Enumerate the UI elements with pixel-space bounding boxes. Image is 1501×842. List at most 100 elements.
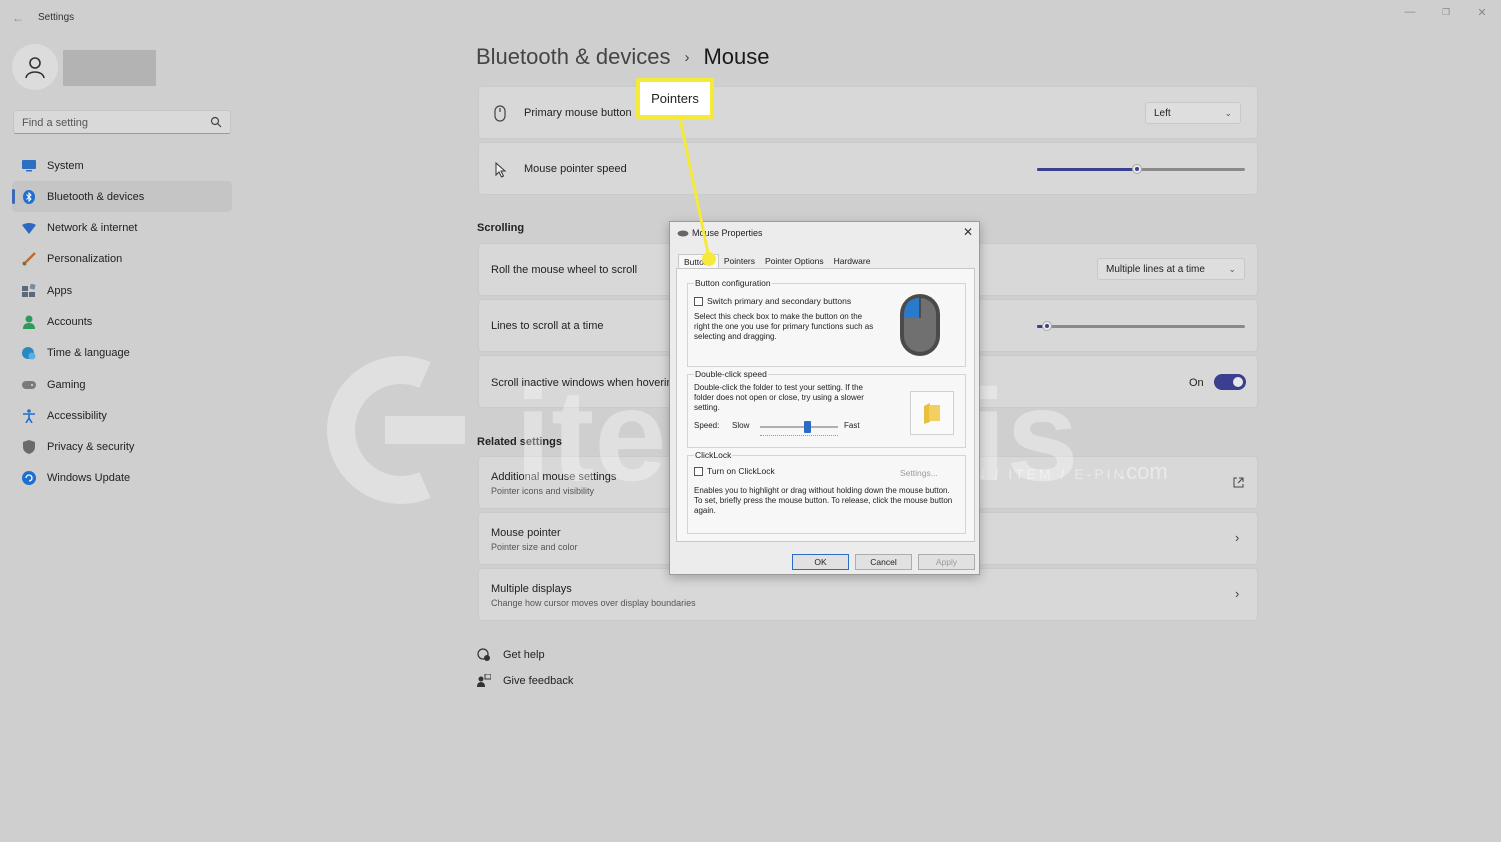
related-title: Additional mouse settings [491,471,617,483]
folder-icon [924,403,940,424]
sidebar-item-time-language[interactable]: Time & language [12,338,232,369]
sidebar-item-windows-update[interactable]: Windows Update [12,463,232,494]
checkbox-label: Switch primary and secondary buttons [707,296,852,306]
chevron-down-icon: ⌄ [1228,264,1236,274]
sidebar-item-accounts[interactable]: Accounts [12,306,232,337]
search-icon[interactable] [210,116,222,128]
slider-thumb[interactable] [1042,321,1052,331]
profile-name-redacted [63,50,156,86]
clicklock-desc: Enables you to highlight or drag without… [694,486,953,515]
checkbox-label: Turn on ClickLock [707,466,775,476]
callout-label: Pointers [640,82,710,115]
button-config-group: Button configuration Switch primary and … [687,278,966,367]
sidebar-item-privacy[interactable]: Privacy & security [12,432,232,463]
dropdown-value: Multiple lines at a time [1106,264,1205,275]
sidebar-item-gaming[interactable]: Gaming [12,369,232,400]
clicklock-checkbox[interactable]: Turn on ClickLock [694,466,775,476]
help-chat-icon [477,648,490,661]
breadcrumb-parent[interactable]: Bluetooth & devices [476,44,670,70]
setting-label: Roll the mouse wheel to scroll [491,264,638,276]
callout-box: Pointers [636,78,714,119]
button-config-desc: Select this check box to make the button… [694,312,874,341]
roll-wheel-dropdown[interactable]: Multiple lines at a time ⌄ [1097,258,1245,280]
checkbox[interactable] [694,296,703,306]
related-title: Multiple displays [491,583,572,595]
brush-icon [22,252,36,266]
gamepad-icon [22,378,36,392]
back-arrow-icon[interactable]: ← [12,11,24,25]
sidebar-item-apps[interactable]: Apps [12,275,232,306]
group-title: Button configuration [694,278,772,288]
lines-scroll-slider[interactable] [1037,321,1245,331]
setting-label: Primary mouse button [524,107,632,119]
apply-button[interactable]: Apply [918,554,975,570]
search-box[interactable] [13,110,231,134]
related-title: Mouse pointer [491,527,561,539]
sidebar-item-system[interactable]: System [12,150,232,181]
sidebar-item-label: Time & language [47,347,130,360]
get-help-link[interactable]: Get help [477,648,545,662]
double-click-speed-slider[interactable] [760,421,838,433]
test-folder[interactable] [910,391,954,435]
primary-button-dropdown[interactable]: Left ⌄ [1145,102,1241,124]
chevron-right-icon: › [1235,530,1240,545]
sidebar-item-label: System [47,159,84,172]
minimize-button[interactable]: — [1400,6,1420,18]
search-input[interactable] [22,115,202,130]
mouse-small-icon [677,230,689,237]
breadcrumb-separator-icon: › [684,48,690,66]
clicklock-settings-button[interactable]: Settings... [900,468,938,478]
toggle-state-label: On [1189,377,1204,389]
cancel-button[interactable]: Cancel [855,554,912,570]
checkbox[interactable] [694,466,703,476]
chevron-right-icon: › [1235,586,1240,601]
sidebar-item-label: Bluetooth & devices [47,190,145,203]
scroll-inactive-toggle[interactable] [1214,374,1246,390]
update-icon [22,471,36,486]
setting-pointer-speed: Mouse pointer speed [478,142,1258,195]
give-feedback-link[interactable]: Give feedback [477,674,573,688]
wifi-icon [22,221,36,235]
sidebar-item-personalization[interactable]: Personalization [12,244,232,275]
setting-primary-button: Primary mouse button Left ⌄ [478,86,1258,139]
tab-pointers[interactable]: Pointers [719,254,760,269]
clicklock-group: ClickLock Turn on ClickLock Settings... … [687,450,966,534]
group-title: ClickLock [694,450,733,460]
slider-thumb[interactable] [804,421,811,433]
cursor-icon [495,162,507,178]
sidebar-item-label: Privacy & security [47,441,135,454]
related-multiple-displays[interactable]: Multiple displays Change how cursor move… [478,568,1258,621]
double-click-desc: Double-click the folder to test your set… [694,383,864,412]
switch-buttons-checkbox[interactable]: Switch primary and secondary buttons [694,296,851,306]
scrolling-heading: Scrolling [477,222,525,234]
tab-hardware[interactable]: Hardware [829,254,876,269]
mouse-properties-dialog: Mouse Properties ✕ Buttons Pointers Poin… [669,221,980,575]
avatar[interactable] [12,44,58,90]
person-icon [22,315,36,329]
shield-icon [22,440,36,455]
sidebar-item-bluetooth[interactable]: Bluetooth & devices [12,181,232,213]
sidebar-item-label: Accounts [47,315,93,328]
dialog-close-icon[interactable]: ✕ [963,225,973,239]
tab-pointer-options[interactable]: Pointer Options [760,254,829,269]
group-title: Double-click speed [694,369,768,379]
pointer-speed-slider[interactable] [1037,164,1245,174]
ok-button[interactable]: OK [792,554,849,570]
sidebar-item-label: Personalization [47,253,123,266]
sidebar-nav: System Bluetooth & devices Network & int… [12,150,232,494]
related-settings-heading: Related settings [477,436,562,448]
app-title: Settings [38,12,75,23]
give-feedback-label: Give feedback [503,675,574,687]
slider-thumb[interactable] [1132,164,1142,174]
sidebar-item-accessibility[interactable]: Accessibility [12,400,232,431]
dropdown-value: Left [1154,108,1171,119]
mouse-icon [494,105,506,122]
external-link-icon [1233,477,1244,488]
sidebar-item-network[interactable]: Network & internet [12,213,232,244]
close-button[interactable]: ✕ [1472,6,1492,19]
bluetooth-icon [22,189,36,204]
double-click-group: Double-click speed Double-click the fold… [687,369,966,448]
apps-icon [22,283,36,298]
tab-panel: Button configuration Switch primary and … [676,268,975,542]
restore-button[interactable]: ❐ [1436,7,1456,18]
